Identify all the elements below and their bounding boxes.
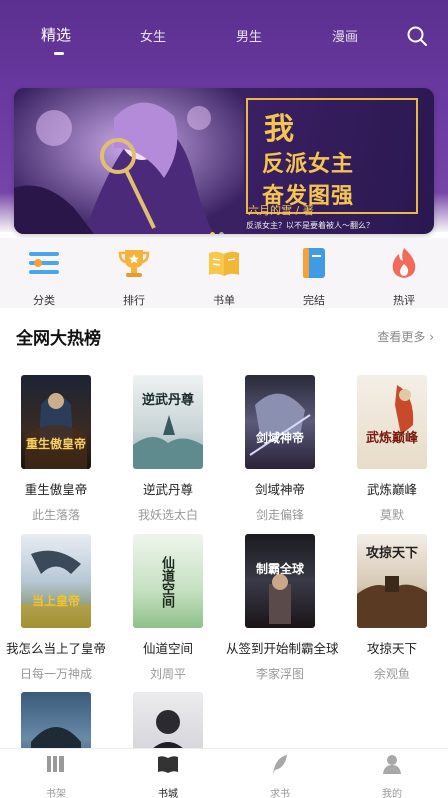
- tab-indicator: [54, 52, 64, 55]
- book-cover-title: 攻掠天下: [365, 546, 418, 561]
- open-book-icon: [209, 251, 239, 276]
- bookstore-page: 精选 女生 男生 漫画 我 反派女主 奋发图强 六月的雪 / 著 反派女主？以不…: [0, 0, 448, 798]
- book-title: 仙道空间: [142, 641, 193, 656]
- book-author: 余观鱼: [373, 667, 410, 681]
- featured-banner[interactable]: 我 反派女主 奋发图强 六月的雪 / 著 反派女主？以不是要着被人～翻么？: [14, 88, 434, 234]
- book-title: 攻掠天下: [366, 641, 417, 656]
- banner-tagline: 反派女主？以不是要着被人～翻么？: [246, 221, 374, 230]
- pagination-dot[interactable]: [219, 232, 224, 234]
- bookshelf-icon: [47, 756, 64, 772]
- book-item[interactable]: 仙道空间 仙道空间 刘周平: [114, 534, 222, 682]
- tab-comics[interactable]: 漫画: [332, 26, 358, 45]
- book-cover: 仙道空间: [133, 534, 203, 628]
- nav-label: 求书: [270, 789, 290, 798]
- list-icon: [29, 252, 59, 274]
- search-icon[interactable]: [406, 25, 428, 47]
- category-row: 分类 排行 书单 完结 热评: [0, 238, 448, 308]
- book-cover: 攻掠天下: [357, 534, 427, 628]
- book-cover-art: [269, 574, 291, 624]
- nav-label: 我的: [382, 789, 402, 798]
- category-label: 书单: [213, 294, 235, 307]
- book-cover-title: 仙道空间: [159, 556, 174, 608]
- book-author: 我妖选太白: [137, 508, 198, 522]
- book-item[interactable]: 重生傲皇帝 重生傲皇帝 此生落落: [2, 375, 110, 523]
- book-icon: [158, 756, 178, 773]
- book-author: 日每一万神成: [19, 667, 92, 681]
- book-title: 我怎么当上了皇帝: [5, 641, 106, 656]
- top-tabs: 精选 女生 男生 漫画: [0, 22, 448, 52]
- category-label: 热评: [393, 294, 415, 307]
- book-author: 剑走偏锋: [255, 508, 304, 522]
- book-cover-art: [21, 550, 91, 628]
- book-cover-title: 当上皇帝: [31, 594, 80, 608]
- nav-profile[interactable]: 我的: [362, 753, 422, 798]
- pagination-dot-active[interactable]: [210, 232, 215, 234]
- book-cover: 当上皇帝: [21, 534, 91, 628]
- book-cover-title: 逆武丹尊: [141, 393, 194, 408]
- book-cover-art: [25, 393, 87, 469]
- book-cover-title: 武炼巅峰: [365, 431, 418, 446]
- category-ranking[interactable]: 排行: [104, 246, 164, 308]
- book-title: 逆武丹尊: [142, 482, 193, 497]
- user-icon: [383, 755, 401, 774]
- trophy-icon: [118, 250, 150, 277]
- nav-label: 书架: [46, 789, 66, 798]
- category-label: 排行: [123, 294, 145, 307]
- book-cover-art: [395, 385, 414, 435]
- status-bar: [0, 0, 448, 22]
- banner-title-frame: 我 反派女主 奋发图强: [246, 98, 418, 214]
- category-label: 分类: [33, 294, 55, 307]
- book-title: 从签到开始制霸全球: [226, 641, 339, 656]
- bookmark-icon: [303, 248, 325, 278]
- book-item[interactable]: 当上皇帝 我怎么当上了皇帝 日每一万神成: [2, 534, 110, 682]
- category-hot-reviews[interactable]: 热评: [374, 246, 434, 308]
- tab-female[interactable]: 女生: [140, 26, 166, 45]
- book-cover: 剑域神帝: [245, 375, 315, 469]
- category-booklist[interactable]: 书单: [194, 246, 254, 308]
- flame-icon: [392, 248, 416, 278]
- book-cover-title: 制霸全球: [255, 562, 304, 576]
- book-title: 武炼巅峰: [366, 482, 417, 497]
- category-classify[interactable]: 分类: [14, 246, 74, 308]
- banner-pagination: [210, 222, 228, 234]
- book-cover: 制霸全球: [245, 534, 315, 628]
- banner-title-line2: 反派女主: [262, 152, 355, 177]
- feather-icon: [273, 755, 287, 774]
- see-more-link[interactable]: 查看更多 ›: [377, 328, 434, 345]
- book-item[interactable]: 制霸全球 从签到开始制霸全球 李家浮图: [226, 534, 339, 682]
- tab-featured[interactable]: 精选: [41, 24, 71, 45]
- book-cover-art: [249, 393, 311, 456]
- category-completed[interactable]: 完结: [284, 246, 344, 308]
- banner-illustration: [14, 88, 244, 234]
- nav-label: 书城: [158, 789, 178, 798]
- hot-list-title: 全网大热榜: [16, 329, 101, 349]
- book-item[interactable]: 攻掠天下 攻掠天下 余观鱼: [338, 534, 446, 682]
- book-cover: 逆武丹尊: [133, 375, 203, 469]
- nav-request-book[interactable]: 求书: [250, 753, 310, 798]
- nav-bookstore[interactable]: 书城: [138, 753, 198, 798]
- book-author: 李家浮图: [255, 667, 304, 681]
- book-cover: 重生傲皇帝: [21, 375, 91, 469]
- book-item[interactable]: 剑域神帝 剑域神帝 剑走偏锋: [226, 375, 334, 523]
- tab-male[interactable]: 男生: [236, 26, 262, 45]
- book-author: 刘周平: [149, 667, 186, 681]
- book-cover: 武炼巅峰: [357, 375, 427, 469]
- book-cover-title: 剑域神帝: [255, 431, 304, 445]
- book-title: 重生傲皇帝: [24, 482, 88, 497]
- banner-title-line1: 我: [264, 112, 294, 147]
- book-item[interactable]: 武炼巅峰 武炼巅峰 莫默: [338, 375, 446, 523]
- nav-bookshelf[interactable]: 书架: [26, 753, 86, 798]
- banner-author: 六月的雪 / 著: [248, 204, 314, 217]
- book-cover-title: 重生傲皇帝: [25, 437, 86, 451]
- book-author: 莫默: [379, 508, 404, 522]
- book-title: 剑域神帝: [254, 482, 305, 497]
- category-label: 完结: [303, 294, 325, 307]
- book-item[interactable]: 逆武丹尊 逆武丹尊 我妖选太白: [114, 375, 222, 523]
- book-author: 此生落落: [31, 508, 80, 522]
- bottom-navigation: 书架 书城 求书 我的: [0, 748, 448, 798]
